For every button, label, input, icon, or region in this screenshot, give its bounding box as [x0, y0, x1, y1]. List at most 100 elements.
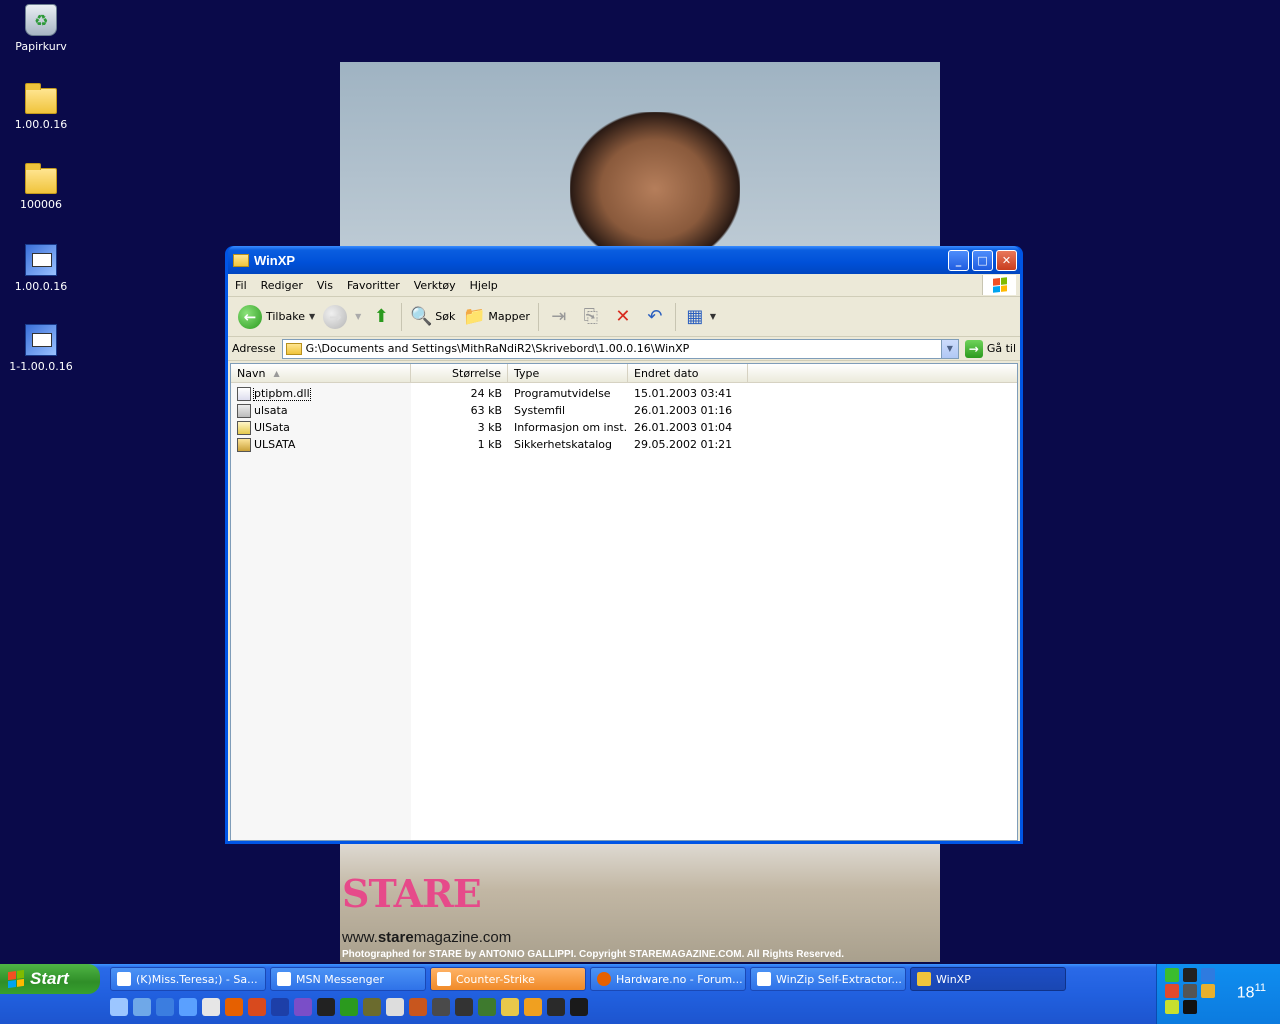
menu-favorites[interactable]: Favoritter [340, 279, 407, 292]
desktop-icon-folder-1[interactable]: 1.00.0.16 [1, 83, 81, 131]
tray-icon[interactable] [1183, 968, 1197, 982]
chevron-down-icon[interactable]: ▼ [355, 312, 361, 321]
quick-launch-icon[interactable] [432, 998, 450, 1016]
chevron-down-icon[interactable]: ▼ [940, 339, 958, 358]
file-row[interactable]: ptipbm.dll 24 kB Programutvidelse 15.01.… [231, 385, 1017, 402]
file-type: Systemfil [514, 404, 566, 417]
task-button-winzip[interactable]: WinZip Self-Extractor... [750, 967, 906, 991]
quick-launch-icon[interactable] [409, 998, 427, 1016]
menu-file[interactable]: Fil [228, 279, 254, 292]
menu-tools[interactable]: Verktøy [407, 279, 463, 292]
task-button-browser[interactable]: Hardware.no - Forum... [590, 967, 746, 991]
search-button[interactable]: 🔍 Søk [406, 301, 459, 333]
up-folder-button[interactable]: ⬆ [370, 306, 392, 328]
menu-help[interactable]: Hjelp [463, 279, 505, 292]
toolbar-separator [674, 302, 676, 331]
address-value[interactable]: G:\Documents and Settings\MithRaNdiR2\Sk… [306, 342, 690, 355]
file-name[interactable]: ptipbm.dll [253, 386, 311, 401]
quick-launch-icon[interactable] [570, 998, 588, 1016]
chevron-down-icon[interactable]: ▼ [309, 312, 315, 321]
quick-launch-icon[interactable] [271, 998, 289, 1016]
tray-icon[interactable] [1183, 1000, 1197, 1014]
quick-launch-icon[interactable] [202, 998, 220, 1016]
file-name[interactable]: ulsata [254, 404, 288, 417]
task-button-counter-strike[interactable]: Counter-Strike [430, 967, 586, 991]
file-list: Navn ▲ Størrelse Type Endret dato ptipbm.… [230, 363, 1018, 841]
system-file-icon [237, 403, 251, 418]
quick-launch-icon[interactable] [133, 998, 151, 1016]
quick-launch-icon[interactable] [524, 998, 542, 1016]
desktop-icon-folder-2[interactable]: 100006 [1, 163, 81, 211]
task-button-msn-chat[interactable]: (K)Miss.Teresa;) - Sa... [110, 967, 266, 991]
wallpaper-brand: STARE [342, 871, 482, 916]
folders-button[interactable]: 📁 Mapper [459, 301, 534, 333]
quick-launch-icon[interactable] [248, 998, 266, 1016]
folder-icon [25, 83, 57, 114]
file-row[interactable]: ULSATA 1 kB Sikkerhetskatalog 29.05.2002… [231, 436, 1017, 453]
quick-launch-icon[interactable] [363, 998, 381, 1016]
windows-flag-icon [982, 275, 1016, 295]
quick-launch-icon[interactable] [225, 998, 243, 1016]
address-field[interactable]: G:\Documents and Settings\MithRaNdiR2\Sk… [281, 338, 959, 359]
column-header-type[interactable]: Type [508, 364, 628, 382]
back-button[interactable]: ← Tilbake ▼ [234, 301, 319, 333]
quick-launch-icon[interactable] [501, 998, 519, 1016]
task-button-msn-messenger[interactable]: MSN Messenger [270, 967, 426, 991]
toolbar-separator [401, 302, 403, 331]
tray-icon[interactable] [1201, 968, 1215, 982]
move-to-button[interactable]: ⇥ [548, 306, 570, 328]
desktop-icon-setup-1[interactable]: 1.00.0.16 [1, 244, 81, 293]
start-button[interactable]: Start [0, 964, 100, 994]
file-name[interactable]: ULSATA [254, 438, 295, 451]
menu-view[interactable]: Vis [310, 279, 340, 292]
tray-icon[interactable] [1165, 1000, 1179, 1014]
setup-icon [25, 324, 57, 356]
column-header-name[interactable]: Navn ▲ [231, 364, 411, 382]
maximize-button[interactable]: □ [972, 249, 993, 271]
tray-icon[interactable] [1165, 984, 1179, 998]
quick-launch-icon[interactable] [547, 998, 565, 1016]
search-label: Søk [435, 310, 456, 323]
window-titlebar[interactable]: WinXP _ □ ✕ [228, 246, 1020, 274]
menu-edit[interactable]: Rediger [254, 279, 310, 292]
desktop-icon-recycle-bin[interactable]: Papirkurv [1, 4, 81, 53]
close-button[interactable]: ✕ [996, 249, 1017, 271]
desktop-icon-setup-2[interactable]: 1-1.00.0.16 [1, 324, 81, 373]
folders-label: Mapper [488, 310, 530, 323]
quick-launch-icon[interactable] [294, 998, 312, 1016]
forward-button[interactable]: → ▼ [319, 301, 365, 333]
clock[interactable]: 1811 [1237, 982, 1266, 1002]
tray-icon[interactable] [1165, 968, 1179, 982]
quick-launch-icon[interactable] [478, 998, 496, 1016]
back-label: Tilbake [266, 310, 305, 323]
quick-launch-icon[interactable] [156, 998, 174, 1016]
go-button[interactable]: → Gå til [964, 339, 1016, 358]
column-header-size[interactable]: Størrelse [411, 364, 508, 382]
tray-icon[interactable] [1183, 984, 1197, 998]
file-row[interactable]: ulsata 63 kB Systemfil 26.01.2003 01:16 [231, 402, 1017, 419]
copy-to-button[interactable]: ⎘ [580, 306, 602, 328]
folders-icon: 📁 [463, 306, 486, 327]
file-size: 3 kB [477, 421, 502, 434]
explorer-window: WinXP _ □ ✕ Fil Rediger Vis Favoritter V… [225, 246, 1023, 844]
window-client: Fil Rediger Vis Favoritter Verktøy Hjelp… [228, 274, 1020, 841]
delete-button[interactable]: ✕ [612, 306, 634, 328]
quick-launch-icon[interactable] [110, 998, 128, 1016]
quick-launch-icon[interactable] [455, 998, 473, 1016]
window-title: WinXP [254, 252, 296, 268]
quick-launch-icon[interactable] [317, 998, 335, 1016]
quick-launch-icon[interactable] [179, 998, 197, 1016]
tray-icon[interactable] [1201, 984, 1215, 998]
back-arrow-icon: ← [238, 304, 262, 329]
quick-launch-icon[interactable] [340, 998, 358, 1016]
taskbar: Start (K)Miss.Teresa;) - Sa... MSN Messe… [0, 964, 1280, 1024]
undo-button[interactable]: ↶ [644, 306, 666, 328]
file-row[interactable]: UlSata 3 kB Informasjon om inst... 26.01… [231, 419, 1017, 436]
minimize-button[interactable]: _ [948, 249, 969, 271]
quick-launch-icon[interactable] [386, 998, 404, 1016]
setup-icon [25, 244, 57, 276]
column-header-date[interactable]: Endret dato [628, 364, 748, 382]
file-name[interactable]: UlSata [254, 421, 290, 434]
views-button[interactable]: ▦ ▼ [680, 301, 720, 333]
task-button-winxp[interactable]: WinXP [910, 967, 1066, 991]
